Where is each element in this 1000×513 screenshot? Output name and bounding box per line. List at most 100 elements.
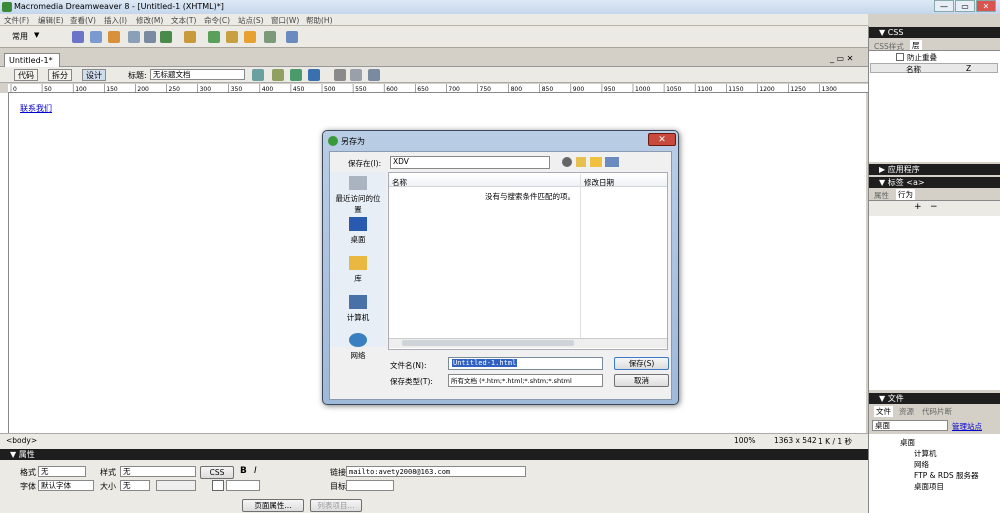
preview-icon[interactable]: [308, 69, 320, 81]
ruler-tick-label: 400: [262, 86, 274, 93]
design-view-button[interactable]: 设计: [82, 69, 106, 81]
zoom-select[interactable]: 100%: [734, 436, 755, 445]
size-select[interactable]: 无: [120, 480, 150, 491]
view-menu-icon[interactable]: [605, 157, 619, 167]
name-column-header[interactable]: 名称: [392, 177, 407, 188]
document-window-controls[interactable]: _ ▭ ✕: [830, 54, 853, 63]
column-divider: [580, 174, 581, 338]
visual-aids-icon[interactable]: [368, 69, 380, 81]
head-icon[interactable]: [286, 31, 298, 43]
save-in-select[interactable]: XDV: [390, 156, 550, 169]
page-properties-button[interactable]: 页面属性...: [242, 499, 304, 512]
contact-link[interactable]: 联系我们: [20, 103, 52, 114]
link-field[interactable]: mailto:avety2008@163.com: [346, 466, 526, 477]
manage-sites-link[interactable]: 管理站点: [952, 421, 982, 432]
remove-behavior-icon[interactable]: −: [930, 202, 938, 212]
up-folder-icon[interactable]: [576, 157, 586, 167]
tree-desktop-items[interactable]: 桌面项目: [914, 481, 944, 492]
layer-name-column[interactable]: 名称: [906, 64, 921, 75]
dialog-close-button[interactable]: ✕: [648, 133, 676, 146]
place-network[interactable]: 网络: [333, 333, 383, 361]
back-icon[interactable]: [562, 157, 572, 167]
tree-desktop[interactable]: 桌面: [900, 437, 915, 448]
tag-chooser-icon[interactable]: [264, 31, 276, 43]
menu-help[interactable]: 帮助(H): [306, 15, 333, 26]
insert-category[interactable]: 常用: [12, 31, 28, 42]
css-panel-header[interactable]: ▼ CSS: [869, 27, 1000, 38]
prevent-overlap-checkbox[interactable]: [896, 53, 904, 61]
new-folder-icon[interactable]: [590, 157, 602, 167]
anchor-icon[interactable]: [108, 31, 120, 43]
format-select[interactable]: 无: [38, 466, 86, 477]
email-link-icon[interactable]: [90, 31, 102, 43]
image-icon[interactable]: [160, 31, 172, 43]
split-view-button[interactable]: 拆分: [48, 69, 72, 81]
refresh-icon[interactable]: [334, 69, 346, 81]
date-icon[interactable]: [208, 31, 220, 43]
window-size[interactable]: 1363 x 542: [774, 436, 817, 445]
menu-text[interactable]: 文本(T): [171, 15, 196, 26]
cancel-button[interactable]: 取消: [614, 374, 669, 387]
status-bar: <body> 100% 1363 x 542 1 K / 1 秒: [0, 433, 868, 446]
chevron-down-icon[interactable]: ▼: [34, 31, 39, 39]
template-icon[interactable]: [244, 31, 256, 43]
table-icon[interactable]: [128, 31, 140, 43]
css-button[interactable]: CSS: [200, 466, 234, 479]
layer-z-column[interactable]: Z: [966, 64, 971, 73]
place-library[interactable]: 库: [333, 256, 383, 284]
italic-button[interactable]: I: [254, 466, 257, 476]
ruler-ticks: 0 50 100 150 200 250 300 350 400 450 500 550 600 650 7…: [10, 84, 837, 93]
application-panel-header[interactable]: ▶ 应用程序: [869, 164, 1000, 175]
menu-window[interactable]: 窗口(W): [271, 15, 299, 26]
menu-edit[interactable]: 编辑(E): [38, 15, 64, 26]
comment-icon[interactable]: [226, 31, 238, 43]
add-behavior-icon[interactable]: +: [914, 202, 922, 212]
text-color-field[interactable]: [226, 480, 260, 491]
text-color-swatch[interactable]: [212, 480, 224, 491]
code-view-button[interactable]: 代码: [14, 69, 38, 81]
tree-network[interactable]: 网络: [914, 459, 929, 470]
menu-insert[interactable]: 插入(I): [104, 15, 127, 26]
view-options-icon[interactable]: [350, 69, 362, 81]
tree-computer[interactable]: 计算机: [914, 448, 937, 459]
tag-selector[interactable]: <body>: [6, 436, 37, 445]
style-select[interactable]: 无: [120, 466, 196, 477]
validate-icon[interactable]: [272, 69, 284, 81]
menu-file[interactable]: 文件(F): [4, 15, 29, 26]
menu-modify[interactable]: 修改(M): [136, 15, 163, 26]
place-desktop[interactable]: 桌面: [333, 217, 383, 245]
title-field[interactable]: 无标题文档: [150, 69, 245, 80]
bold-button[interactable]: B: [240, 466, 247, 476]
properties-header[interactable]: ▼ 属性: [0, 449, 868, 460]
place-recent[interactable]: 最近访问的位置: [333, 176, 383, 215]
close-button[interactable]: ✕: [976, 0, 996, 12]
browser-check-icon[interactable]: [252, 69, 264, 81]
site-select[interactable]: 桌面: [872, 420, 948, 431]
maximize-button[interactable]: ▭: [955, 0, 975, 12]
menu-view[interactable]: 查看(V): [70, 15, 96, 26]
scrollbar-thumb[interactable]: [402, 340, 574, 346]
date-column-header[interactable]: 修改日期: [584, 177, 614, 188]
media-icon[interactable]: [184, 31, 196, 43]
target-select[interactable]: [346, 480, 394, 491]
files-panel-header[interactable]: ▼ 文件: [869, 393, 1000, 404]
list-item-button[interactable]: 列表项目...: [310, 499, 362, 512]
hyperlink-icon[interactable]: [72, 31, 84, 43]
font-select[interactable]: 默认字体: [38, 480, 94, 491]
document-tab[interactable]: Untitled-1*: [4, 53, 60, 67]
menu-site[interactable]: 站点(S): [238, 15, 264, 26]
files-tab[interactable]: 文件: [874, 406, 893, 417]
place-computer[interactable]: 计算机: [333, 295, 383, 323]
link-label: 链接: [330, 468, 346, 477]
tag-inspector-header[interactable]: ▼ 标签 <a>: [869, 177, 1000, 188]
tree-ftp-servers[interactable]: FTP & RDS 服务器: [914, 470, 979, 481]
snippets-tab[interactable]: 代码片断: [922, 406, 952, 417]
behaviors-tab[interactable]: 行为: [896, 189, 915, 200]
menu-commands[interactable]: 命令(C): [204, 15, 230, 26]
file-management-icon[interactable]: [290, 69, 302, 81]
save-button[interactable]: 保存(S): [614, 357, 669, 370]
filetype-select[interactable]: 所有文档 (*.htm;*.html;*.shtm;*.shtml: [448, 374, 603, 387]
minimize-button[interactable]: —: [934, 0, 954, 12]
layer-icon[interactable]: [144, 31, 156, 43]
assets-tab[interactable]: 资源: [899, 406, 914, 417]
